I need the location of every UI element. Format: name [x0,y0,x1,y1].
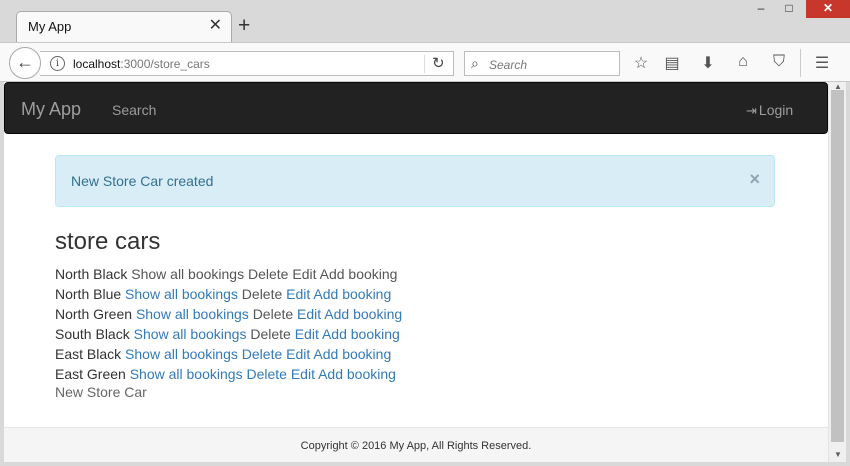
show-bookings-link[interactable]: Show all bookings [125,346,238,362]
tab-title: My App [28,19,72,34]
window-maximize-button[interactable]: □ [776,0,802,18]
list-item: North Black Show all bookings Delete Edi… [55,264,402,284]
add-booking-link[interactable]: Add booking [318,366,396,382]
car-name: East Green [55,366,126,382]
list-item: North Blue Show all bookings Delete Edit… [55,284,402,304]
browser-search-input[interactable]: ⌕ Search [464,51,620,76]
delete-link[interactable]: Delete [242,346,282,362]
delete-link[interactable]: Delete [246,366,286,382]
alert-close-icon[interactable]: × [749,170,760,188]
car-name: North Blue [55,286,122,302]
success-alert: New Store Car created × [55,155,775,207]
bookmark-star-icon[interactable]: ☆ [631,53,651,73]
show-bookings-link[interactable]: Show all bookings [130,366,243,382]
page-title: store cars [55,228,161,255]
add-booking-link[interactable]: Add booking [320,266,398,282]
download-icon[interactable]: ⬇ [698,53,718,73]
edit-link[interactable]: Edit [291,366,315,382]
back-arrow-icon: ← [16,52,34,72]
nav-search-link[interactable]: Search [112,102,156,118]
edit-link[interactable]: Edit [295,326,319,342]
search-placeholder: Search [489,58,528,72]
search-icon: ⌕ [471,55,479,71]
login-icon: ⇥ [746,103,757,118]
page-footer: Copyright © 2016 My App, All Rights Rese… [4,427,828,462]
browser-toolbar: i localhost:3000/store_cars ↻ ← ⌕ Search… [0,42,850,82]
url-divider [424,55,425,73]
show-bookings-link[interactable]: Show all bookings [134,326,247,342]
show-bookings-link[interactable]: Show all bookings [125,286,238,302]
new-tab-button[interactable]: + [238,14,250,38]
scroll-down-icon[interactable]: ▼ [829,450,847,459]
car-name: North Green [55,306,133,322]
window-close-button[interactable]: ✕ [806,0,850,18]
add-booking-link[interactable]: Add booking [322,326,400,342]
url-text: localhost:3000/store_cars [73,57,210,71]
list-item: East Black Show all bookings Delete Edit… [55,344,402,364]
show-bookings-link[interactable]: Show all bookings [136,306,249,322]
list-item: South Black Show all bookings Delete Edi… [55,324,402,344]
delete-link[interactable]: Delete [248,266,288,282]
show-bookings-link[interactable]: Show all bookings [131,266,244,282]
add-booking-link[interactable]: Add booking [313,286,391,302]
page-viewport: My App Search ⇥ Login New Store Car creat… [4,82,828,462]
store-car-list: North Black Show all bookings Delete Edi… [55,264,402,384]
info-icon[interactable]: i [50,56,65,71]
window-minimize-button[interactable]: – [748,0,774,18]
car-name: North Black [55,266,128,282]
url-bar[interactable]: i localhost:3000/store_cars ↻ [40,51,454,76]
delete-link[interactable]: Delete [242,286,282,302]
page-scrollbar[interactable]: ▲ ▼ [828,82,846,462]
home-icon[interactable]: ⌂ [733,53,753,71]
pocket-icon[interactable]: ⛉ [769,53,789,71]
add-booking-link[interactable]: Add booking [324,306,402,322]
toolbar-separator [800,49,801,77]
list-item: East Green Show all bookings Delete Edit… [55,364,402,384]
reload-icon[interactable]: ↻ [432,54,445,72]
alert-message: New Store Car created [71,173,214,189]
nav-login-link[interactable]: ⇥ Login [746,102,793,119]
app-navbar: My App Search ⇥ Login [4,82,828,134]
browser-tab[interactable]: My App ✕ [16,11,232,42]
delete-link[interactable]: Delete [253,306,293,322]
edit-link[interactable]: Edit [286,286,310,302]
edit-link[interactable]: Edit [297,306,321,322]
car-name: East Black [55,346,122,362]
menu-icon[interactable]: ☰ [812,53,832,73]
car-name: South Black [55,326,130,342]
reading-list-icon[interactable]: ▤ [662,53,682,73]
tab-close-icon[interactable]: ✕ [209,16,222,36]
edit-link[interactable]: Edit [286,346,310,362]
browser-titlebar: My App ✕ + – □ ✕ [0,0,850,42]
new-store-car-link[interactable]: New Store Car [55,384,147,400]
edit-link[interactable]: Edit [292,266,316,282]
list-item: North Green Show all bookings Delete Edi… [55,304,402,324]
brand-link[interactable]: My App [21,99,81,120]
back-button[interactable]: ← [9,47,41,79]
add-booking-link[interactable]: Add booking [313,346,391,362]
scroll-thumb[interactable] [831,90,844,442]
delete-link[interactable]: Delete [250,326,290,342]
footer-copyright: Copyright © 2016 My App, All Rights Rese… [300,440,532,452]
